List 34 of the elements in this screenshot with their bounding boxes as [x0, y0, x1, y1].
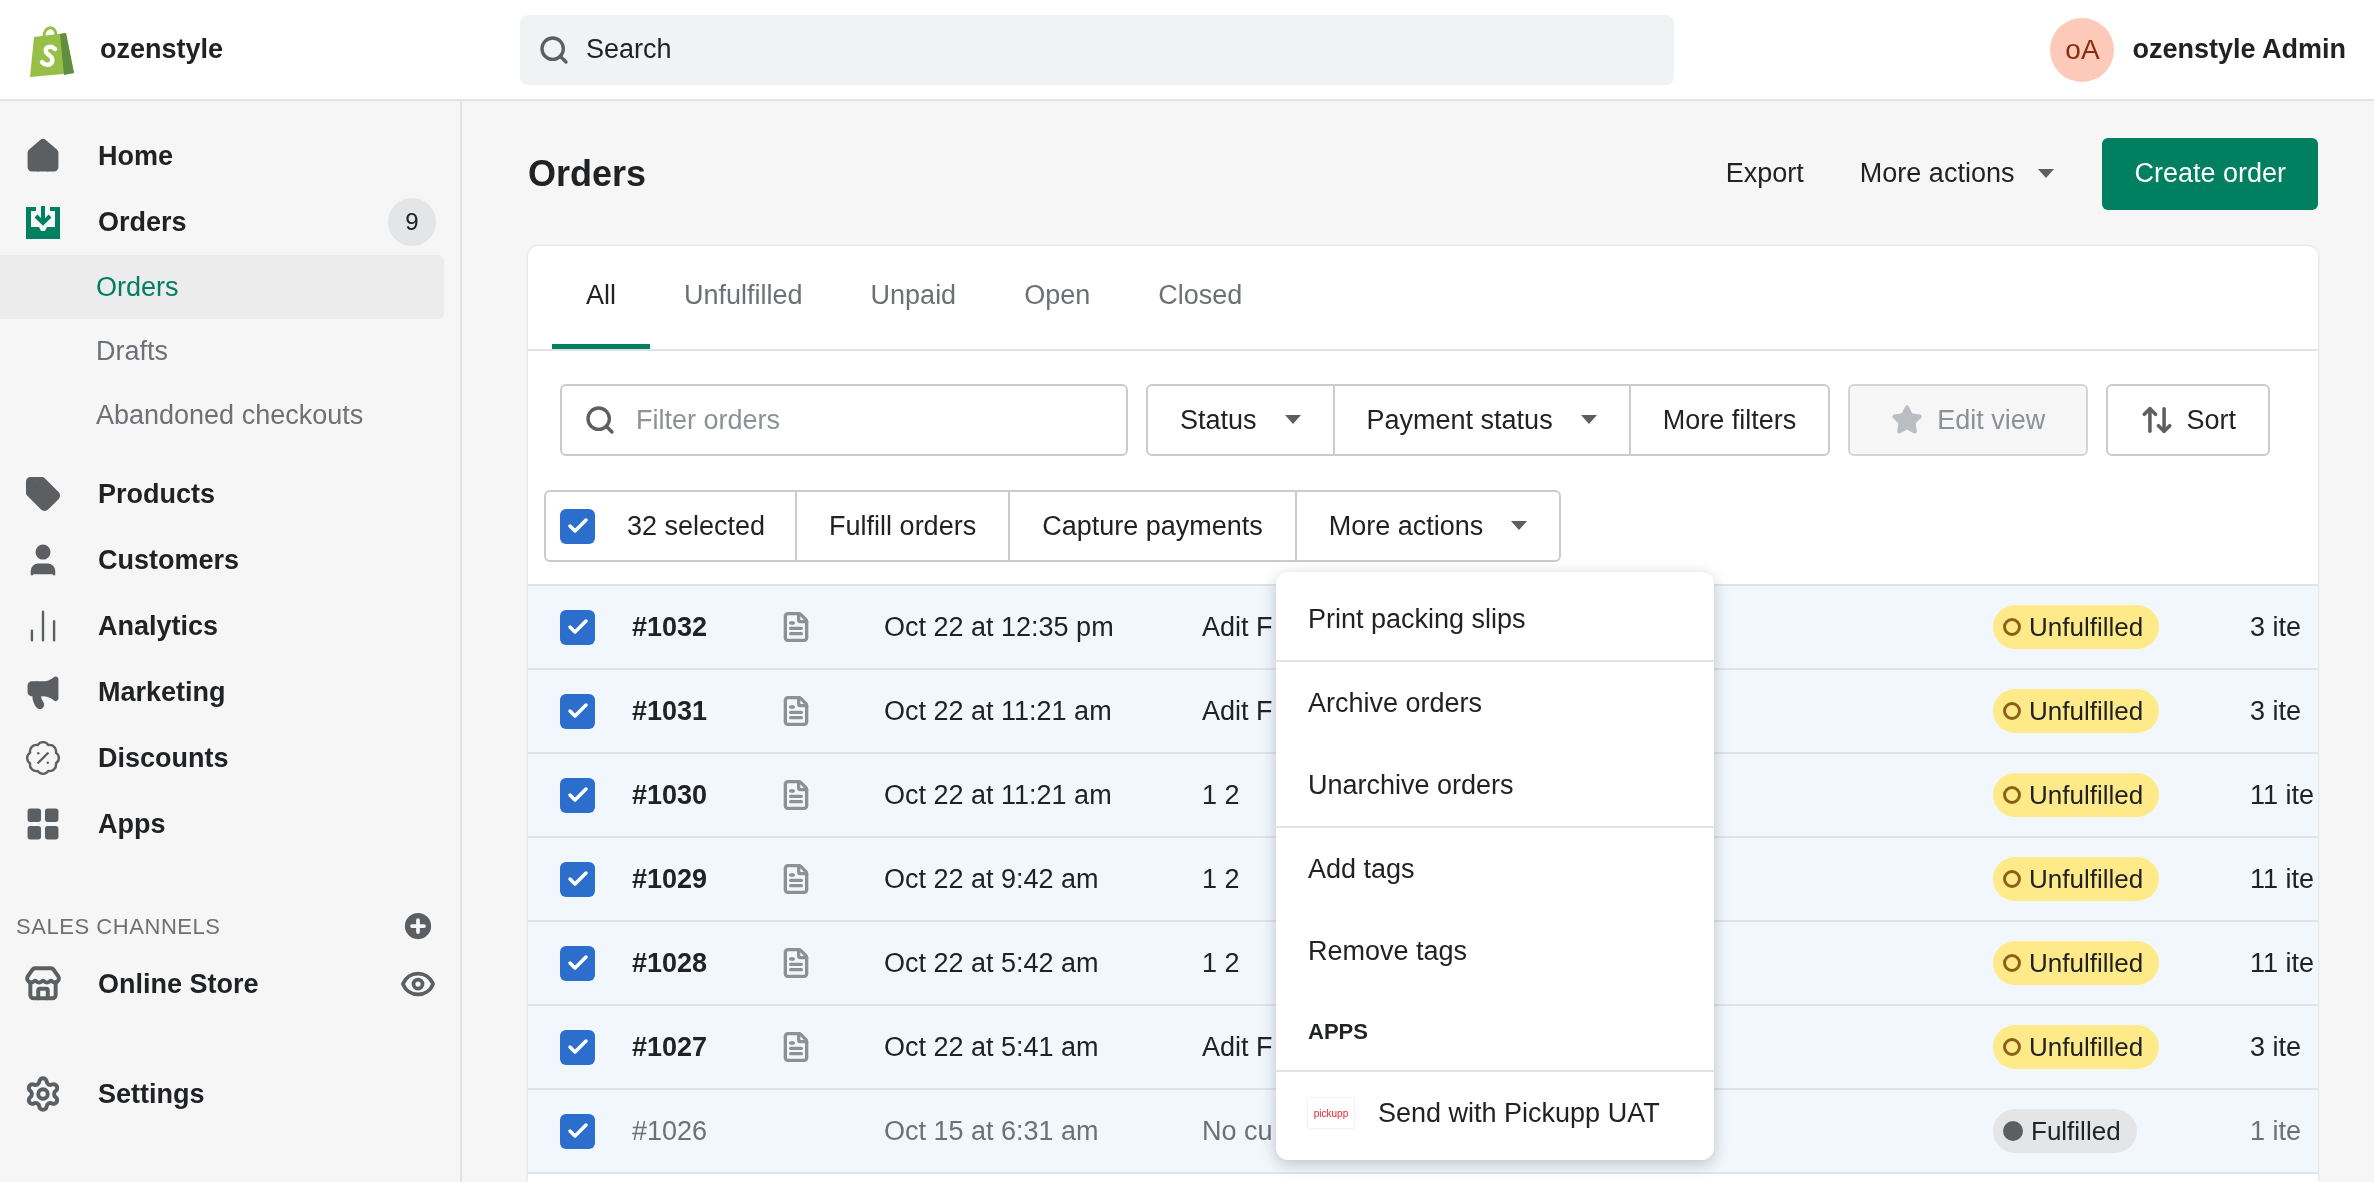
table-cell-text: Adit F — [1202, 610, 1273, 644]
table-cell-text: 1 2 — [1202, 778, 1240, 812]
table-cell-text: Oct 22 at 9:42 am — [884, 862, 1100, 896]
status-badge: Unfulfilled — [1993, 1025, 2160, 1069]
menu-section-heading: APPS — [1307, 1017, 1369, 1046]
table-cell-text: Oct 22 at 11:21 am — [884, 694, 1113, 728]
store-name: ozenstyle — [100, 33, 225, 67]
status-badge: Unfulfilled — [1993, 605, 2160, 649]
table-cell-text: Oct 22 at 5:42 am — [884, 946, 1100, 980]
table-cell-text: Oct 22 at 11:21 am — [884, 778, 1113, 812]
section-heading: SALES CHANNELS — [16, 912, 222, 941]
status-badge: Fulfilled — [1993, 1109, 2137, 1153]
status-badge: Unfulfilled — [1993, 857, 2160, 901]
table-cell-text: Oct 22 at 12:35 pm — [884, 610, 1115, 644]
table-cell-text: 11 ite — [2250, 862, 2315, 896]
app-logo: pickupp — [1308, 1098, 1354, 1128]
page-title: Orders — [528, 151, 648, 196]
status-badge: Unfulfilled — [1993, 773, 2160, 817]
status-badge: Unfulfilled — [1993, 941, 2160, 985]
table-cell-text: 3 ite — [2250, 694, 2302, 728]
table-cell-text: 1 2 — [1202, 862, 1240, 896]
table-cell-text: 11 ite — [2250, 946, 2315, 980]
table-cell-text: 3 ite — [2250, 1030, 2302, 1064]
table-cell-text: Adit F — [1202, 1030, 1273, 1064]
table-cell-text: Oct 15 at 6:31 am — [884, 1114, 1100, 1148]
table-cell-text: Adit F — [1202, 694, 1273, 728]
table-cell-text: 11 ite — [2250, 778, 2315, 812]
table-cell-text: No cu — [1202, 1114, 1273, 1148]
table-cell-text: Oct 22 at 5:41 am — [884, 1030, 1100, 1064]
table-cell-text: 1 2 — [1202, 946, 1240, 980]
count-badge: 9 — [388, 198, 436, 246]
status-badge: Unfulfilled — [1993, 689, 2160, 733]
table-cell-text: 3 ite — [2250, 610, 2302, 644]
table-cell-text: 1 ite — [2250, 1114, 2302, 1148]
